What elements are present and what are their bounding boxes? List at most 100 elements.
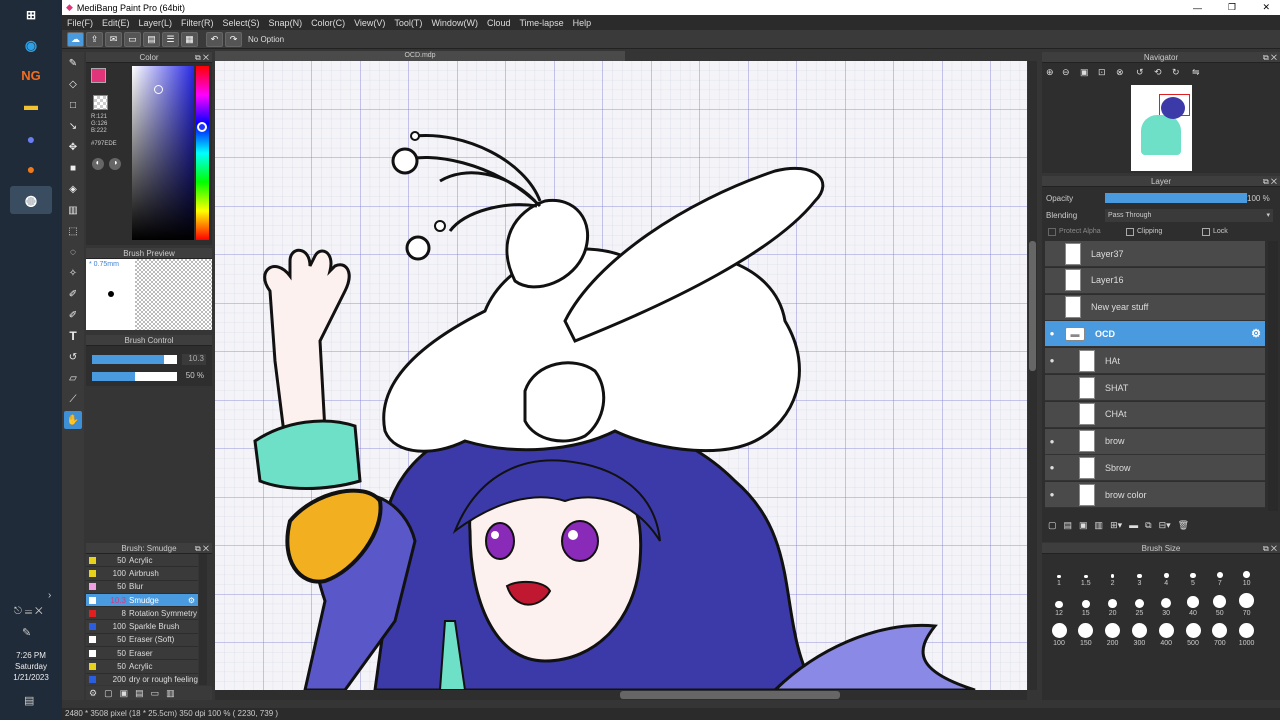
brush-list-item[interactable]: 50 Acrylic [86, 554, 198, 568]
brush-panel-close-icon[interactable]: ⧉ ✕ [195, 543, 209, 554]
visibility-toggle-icon[interactable]: ● [1047, 329, 1057, 338]
brush-size-preset[interactable]: 20 [1100, 592, 1126, 617]
protect-alpha-checkbox[interactable] [1048, 228, 1056, 236]
visibility-toggle-icon[interactable]: ● [1047, 437, 1057, 446]
rotate-right-icon[interactable]: ↻ [1172, 67, 1192, 78]
new-1bit-layer-icon[interactable]: ▥ [1095, 520, 1104, 531]
undo-icon[interactable]: ↶ [206, 31, 223, 47]
transparent-color-swatch[interactable] [93, 95, 108, 110]
layer-list-scrollbar[interactable] [1268, 241, 1278, 511]
brush-size-preset[interactable]: 1.5 [1073, 562, 1099, 587]
delete-layer-icon[interactable]: 🗑 [1178, 520, 1189, 531]
brush-settings-icon[interactable]: ⚙ [188, 596, 195, 605]
brush-size-preset[interactable]: 40 [1180, 592, 1206, 617]
add-brush-icon[interactable]: ⚙ [89, 688, 97, 699]
palette-icon[interactable]: ◐ [92, 158, 104, 170]
divide-tool-icon[interactable]: ▱ [64, 369, 82, 387]
layer-row[interactable]: CHAt [1045, 401, 1265, 428]
brush-size-preset[interactable]: 25 [1126, 592, 1152, 617]
brush-menu-icon[interactable]: ▣ [120, 688, 129, 699]
brush-size-preset[interactable]: 1000 [1234, 622, 1260, 647]
windows-start-icon[interactable]: ⊞ [18, 4, 44, 26]
eraser-tool-icon[interactable]: ◇ [64, 75, 82, 93]
brush-size-preset[interactable]: 200 [1100, 622, 1126, 647]
menu-help[interactable]: Help [573, 18, 592, 28]
brush-size-preset[interactable]: 10 [1234, 562, 1260, 587]
add-layer-menu-icon[interactable]: ⊞▾ [1110, 520, 1122, 531]
minimize-icon[interactable]: — [1193, 3, 1202, 13]
comment-icon[interactable]: ✉ [105, 31, 122, 47]
lasso-tool-icon[interactable]: ◌ [64, 243, 82, 261]
layer-row[interactable]: ● brow [1045, 428, 1265, 455]
foreground-color-swatch[interactable] [91, 68, 106, 83]
select-tool-icon[interactable]: ⬚ [64, 222, 82, 240]
layer-folder-row[interactable]: ● ▬ OCD ⚙ [1045, 321, 1265, 348]
canvas-horizontal-scrollbar[interactable] [215, 690, 1027, 700]
brush-size-value[interactable]: 10.3 [182, 354, 206, 365]
drawing-canvas[interactable] [215, 61, 1027, 690]
medibang-taskbar-icon[interactable]: ◍ [10, 186, 52, 214]
clipping-checkbox[interactable] [1126, 228, 1134, 236]
brush-folder-icon[interactable]: ▭ [151, 688, 160, 699]
brush-size-preset[interactable]: 500 [1180, 622, 1206, 647]
brush-tool-icon[interactable]: ✎ [64, 54, 82, 72]
rotate-left-icon[interactable]: ↺ [1136, 67, 1154, 78]
brush-size-preset[interactable]: 30 [1153, 592, 1179, 617]
brush-size-preset[interactable]: 150 [1073, 622, 1099, 647]
magic-wand-icon[interactable]: ✧ [64, 264, 82, 282]
brush-size-preset[interactable]: 300 [1126, 622, 1152, 647]
panel-close-icon[interactable]: ⧉ ✕ [195, 52, 209, 63]
layer-row[interactable]: ● brow color [1045, 482, 1265, 509]
new-8bit-layer-icon[interactable]: ▣ [1079, 520, 1088, 531]
blending-select[interactable]: Pass Through ▾ [1105, 209, 1273, 222]
shape-tool-icon[interactable]: ■ [64, 159, 82, 177]
brush-size-preset[interactable]: 12 [1046, 592, 1072, 617]
menu-timelapse[interactable]: Time-lapse [519, 18, 563, 28]
menu-window[interactable]: Window(W) [431, 18, 478, 28]
layer-row[interactable]: Layer16 [1045, 267, 1265, 294]
layer-row[interactable]: New year stuff [1045, 294, 1265, 321]
zoom-out-icon[interactable]: ⊖ [1062, 67, 1080, 78]
new-halftone-layer-icon[interactable]: ▤ [1064, 520, 1073, 531]
duplicate-layer-icon[interactable]: ⧉ [1145, 520, 1151, 531]
brush-size-preset[interactable]: 400 [1153, 622, 1179, 647]
operation-tool-icon[interactable]: ↺ [64, 348, 82, 366]
hand-tool-icon[interactable]: ✋ [64, 411, 82, 429]
brush-list-item[interactable]: 8 Rotation Symmetry [86, 607, 198, 621]
menu-view[interactable]: View(V) [354, 18, 385, 28]
brush-copy-icon[interactable]: ▤ [135, 688, 144, 699]
blur-tool-icon[interactable]: ↘ [64, 117, 82, 135]
firefox-icon[interactable]: ● [18, 158, 44, 180]
select-pen-icon[interactable]: ✐ [64, 285, 82, 303]
canvas-vertical-scrollbar[interactable] [1028, 61, 1037, 690]
brush-list-scrollbar[interactable] [199, 554, 207, 685]
fill-tool-icon[interactable]: ◈ [64, 180, 82, 198]
brush-size-preset[interactable]: 1 [1046, 562, 1072, 587]
share-icon[interactable]: ▭ [124, 31, 141, 47]
brush-size-preset[interactable]: 700 [1207, 622, 1233, 647]
layer-row[interactable]: Layer37 [1045, 241, 1265, 267]
brush-size-preset[interactable]: 15 [1073, 592, 1099, 617]
brush-size-preset[interactable]: 100 [1046, 622, 1072, 647]
notification-icon[interactable]: ▤ [24, 694, 34, 707]
new-folder-icon[interactable]: ▬ [1129, 520, 1138, 530]
layer-opacity-slider[interactable] [1105, 193, 1247, 203]
clock[interactable]: 7:26 PM Saturday 1/21/2023 [0, 650, 62, 683]
menu-select[interactable]: Select(S) [223, 18, 260, 28]
menu-color[interactable]: Color(C) [311, 18, 345, 28]
brush-list-item[interactable]: 50 Eraser [86, 647, 198, 661]
brush-list-item[interactable]: 50 Blur [86, 580, 198, 594]
list-icon[interactable]: ☰ [162, 31, 179, 47]
eyedropper-icon[interactable]: ⟋ [64, 390, 82, 408]
layer-row[interactable]: ● Sbrow [1045, 455, 1265, 482]
zoom-in-icon[interactable]: ⊕ [1046, 67, 1062, 78]
brush-size-preset[interactable]: 7 [1207, 562, 1233, 587]
snap-option-label[interactable]: No Option [248, 35, 284, 44]
layer-settings-icon[interactable]: ⚙ [1251, 327, 1261, 340]
menu-tool[interactable]: Tool(T) [394, 18, 422, 28]
brush-size-preset[interactable]: 2 [1100, 562, 1126, 587]
file-explorer-icon[interactable]: ▬ [18, 94, 44, 116]
hue-handle[interactable] [197, 122, 207, 132]
navigator-thumbnail[interactable] [1131, 85, 1192, 171]
text-tool-icon[interactable]: T [64, 327, 82, 345]
